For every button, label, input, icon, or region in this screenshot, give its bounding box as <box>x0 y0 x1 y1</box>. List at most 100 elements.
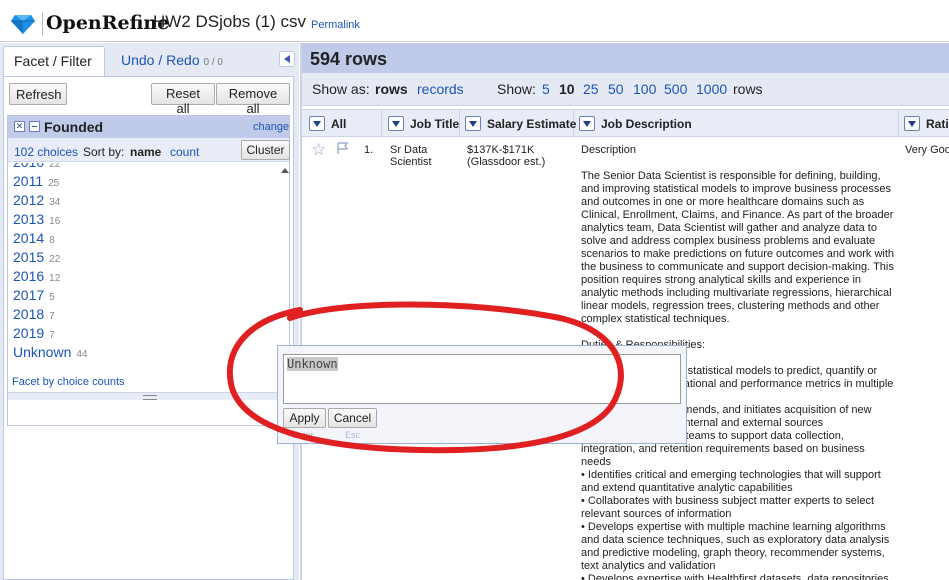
facet-title-bar: ✕ Founded change <box>8 116 289 138</box>
tab-undo-redo-label: Undo / Redo <box>121 52 200 68</box>
facet-resize-handle[interactable] <box>8 392 289 400</box>
column-header-job-title[interactable]: Job Title <box>382 110 460 137</box>
facet-choice[interactable]: 2010 22 <box>13 163 60 170</box>
page-size-50[interactable]: 50 <box>608 81 624 97</box>
page-size-25[interactable]: 25 <box>583 81 599 97</box>
facet-choice[interactable]: 2015 22 <box>13 249 60 265</box>
facet-choice[interactable]: Unknown 44 <box>13 344 88 360</box>
choice-count: 12 <box>49 273 61 284</box>
choice-count: 8 <box>49 235 55 246</box>
facet-choice[interactable]: 2017 5 <box>13 287 55 303</box>
choice-label: 2010 <box>13 163 44 170</box>
mode-rows[interactable]: rows <box>375 81 408 97</box>
column-menu-arrow-icon[interactable] <box>579 116 595 131</box>
column-header-row: All Job Title Salary Estimate Job Descri… <box>302 109 949 137</box>
page-size-1000[interactable]: 1000 <box>696 81 727 97</box>
flag-icon[interactable] <box>336 142 350 155</box>
reset-all-button[interactable]: Reset all <box>151 83 215 116</box>
facet-choice[interactable]: 2012 34 <box>13 192 60 208</box>
remove-all-button[interactable]: Remove all <box>216 83 290 116</box>
choice-count: 16 <box>49 216 61 227</box>
permalink-link[interactable]: Permalink <box>311 19 360 31</box>
choices-count-link[interactable]: 102 choices <box>14 145 78 159</box>
diamond-logo-icon <box>11 15 35 34</box>
choice-label: Unknown <box>13 344 72 360</box>
facet-controls: 102 choices Sort by: name count Cluster <box>8 138 290 162</box>
choice-count: 7 <box>49 330 55 341</box>
choice-label: 2014 <box>13 230 45 246</box>
facet-close-icon[interactable]: ✕ <box>14 121 25 132</box>
left-panel: Facet / Filter Undo / Redo 0 / 0 Refresh… <box>0 43 299 580</box>
project-name[interactable]: HW2 DSjobs (1) csv <box>153 12 306 32</box>
edit-value-textarea[interactable]: Unknown <box>283 354 681 404</box>
description-line <box>581 326 896 339</box>
choice-label: 2018 <box>13 306 45 322</box>
facet-by-choice-counts-link[interactable]: Facet by choice counts <box>12 376 125 388</box>
tab-facet-filter[interactable]: Facet / Filter <box>3 46 105 76</box>
sort-by-label: Sort by: <box>83 145 125 159</box>
collapse-panel-button[interactable] <box>279 51 295 67</box>
choice-label: 2017 <box>13 287 45 303</box>
undo-redo-count: 0 / 0 <box>203 57 223 68</box>
description-line: • Develops expertise with multiple machi… <box>581 521 890 572</box>
facet-choice-list[interactable]: 2010 22 2011 25 2012 34 2013 16 2014 8 2015 22… <box>8 163 289 373</box>
show-label: Show: <box>497 81 536 97</box>
page-size-10[interactable]: 10 <box>559 81 575 97</box>
cell-rating[interactable]: Very Good <box>905 144 949 156</box>
description-line <box>581 157 896 170</box>
choice-label: 2015 <box>13 249 45 265</box>
star-icon[interactable]: ☆ <box>311 140 326 160</box>
facet-choice[interactable]: 2013 16 <box>13 211 60 227</box>
facet-minimize-icon[interactable] <box>29 121 40 132</box>
cell-salary-estimate[interactable]: $137K-$171K (Glassdoor est.) <box>467 144 575 168</box>
cell-job-title[interactable]: Sr Data Scientist <box>390 144 460 168</box>
sort-by-name[interactable]: name <box>130 145 161 159</box>
edit-value-text: Unknown <box>287 357 338 371</box>
description-line: • Identifies critical and emerging techn… <box>581 469 881 494</box>
choice-count: 34 <box>49 197 61 208</box>
page-size-5[interactable]: 5 <box>542 81 550 97</box>
page-size-100[interactable]: 100 <box>633 81 656 97</box>
choice-count: 22 <box>49 163 61 170</box>
column-label: Job Description <box>601 117 692 131</box>
column-header-job-description[interactable]: Job Description <box>574 110 899 137</box>
column-menu-arrow-icon[interactable] <box>904 116 920 131</box>
mode-records-link[interactable]: records <box>417 81 464 97</box>
cancel-button[interactable]: Cancel <box>328 408 377 428</box>
facet-choice[interactable]: 2011 25 <box>13 173 59 189</box>
edit-cell-popup: Unknown Apply Cancel Enter Esc <box>277 345 687 444</box>
column-header-rating[interactable]: Rating <box>899 110 949 137</box>
choice-label: 2011 <box>13 173 44 189</box>
row-index: 1. <box>364 144 374 156</box>
app-logo-text[interactable]: OpenRefine <box>46 12 169 34</box>
choice-count: 25 <box>48 178 60 189</box>
column-header-all[interactable]: All <box>302 110 382 137</box>
choice-label: 2019 <box>13 325 45 341</box>
page-size-500[interactable]: 500 <box>664 81 687 97</box>
tab-undo-redo[interactable]: Undo / Redo 0 / 0 <box>121 52 223 68</box>
choice-count: 7 <box>49 311 55 322</box>
facet-change-link[interactable]: change <box>253 121 289 133</box>
facet-choice[interactable]: 2016 12 <box>13 268 60 284</box>
facet-choice[interactable]: 2018 7 <box>13 306 55 322</box>
cluster-button[interactable]: Cluster <box>241 140 290 160</box>
sort-by-count[interactable]: count <box>170 145 199 159</box>
facet-choice[interactable]: 2019 7 <box>13 325 55 341</box>
column-menu-arrow-icon[interactable] <box>309 116 325 131</box>
enter-hint: Enter <box>292 430 314 440</box>
refresh-button[interactable]: Refresh <box>9 83 67 105</box>
show-as-label: Show as: <box>312 81 370 97</box>
column-menu-arrow-icon[interactable] <box>465 116 481 131</box>
choice-count: 44 <box>76 349 88 360</box>
facet-choice[interactable]: 2014 8 <box>13 230 55 246</box>
scroll-up-arrow-icon[interactable] <box>281 168 289 173</box>
rows-word: rows <box>733 81 763 97</box>
column-header-salary-estimate[interactable]: Salary Estimate <box>460 110 577 137</box>
apply-button[interactable]: Apply <box>283 408 326 428</box>
choice-label: 2013 <box>13 211 45 227</box>
logo-separator <box>42 12 43 36</box>
facet-name: Founded <box>44 119 104 135</box>
column-label: Salary Estimate <box>487 117 577 131</box>
column-menu-arrow-icon[interactable] <box>388 116 404 131</box>
facet-founded: ✕ Founded change 102 choices Sort by: na… <box>7 115 290 426</box>
